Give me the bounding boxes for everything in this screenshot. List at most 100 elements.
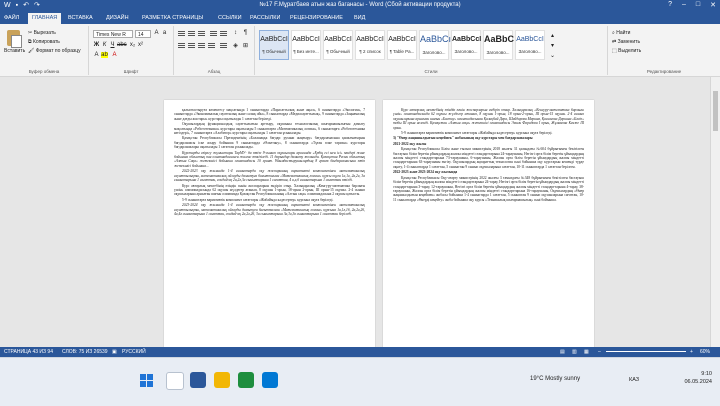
- style-heading-4[interactable]: AaBbCcI Заголово...: [515, 30, 545, 60]
- document-page-left[interactable]: қалыптастыруға көмектесу мақсатында 1 сы…: [164, 100, 375, 348]
- tab-layout[interactable]: РАЗМЕТКА СТРАНИЦЫ: [142, 15, 203, 21]
- numbering-icon[interactable]: [188, 31, 195, 37]
- copy-button[interactable]: ⧉ Копировать: [28, 39, 60, 45]
- word-count[interactable]: СЛОВ: 75 ИЗ 26539: [62, 349, 108, 355]
- underline-icon[interactable]: Ч: [109, 42, 116, 48]
- zoom-out-icon[interactable]: –: [598, 349, 601, 355]
- replace-button[interactable]: ⇄ Заменить: [612, 39, 640, 45]
- multilevel-list-icon[interactable]: [198, 31, 205, 37]
- sort-icon[interactable]: ↕: [232, 30, 239, 36]
- scrollbar-thumb[interactable]: [713, 91, 718, 131]
- editing-group: ⌕ Найти ⇄ Заменить ⬚ Выделить Редактиров…: [608, 26, 720, 75]
- style-normal[interactable]: AaBbCcI ¶ Обычный: [259, 30, 289, 60]
- windows-start-icon[interactable]: [140, 374, 154, 388]
- style-table-paragraph[interactable]: AaBbCcI ¶ Table Pa...: [387, 30, 417, 60]
- proofing-icon[interactable]: ▣: [112, 349, 117, 355]
- tab-file[interactable]: ФАЙЛ: [4, 15, 19, 21]
- page-count[interactable]: СТРАНИЦА 43 ИЗ 94: [4, 349, 53, 355]
- line-spacing-icon[interactable]: [220, 43, 227, 49]
- style-no-spacing[interactable]: AaBbCcI ¶ Без инте...: [291, 30, 321, 60]
- borders-icon[interactable]: ⊞: [242, 42, 249, 49]
- help-icon[interactable]: ?: [668, 1, 672, 9]
- select-button[interactable]: ⬚ Выделить: [612, 48, 641, 54]
- print-layout-icon[interactable]: ▥: [572, 349, 577, 355]
- bold-icon[interactable]: Ж: [93, 42, 100, 48]
- cut-button[interactable]: ✂ Вырезать: [28, 30, 56, 36]
- strikethrough-icon[interactable]: abc: [117, 42, 127, 48]
- document-area[interactable]: қалыптастыруға көмектесу мақсатында 1 сы…: [0, 77, 720, 348]
- tab-design[interactable]: ДИЗАЙН: [106, 15, 129, 21]
- paragraph: Қазақстан Республикасы Білім және ғылым …: [393, 147, 584, 169]
- align-center-icon[interactable]: [188, 43, 195, 49]
- paragraph: 5-9 сыныптарға вариативтік компонент сағ…: [401, 131, 553, 136]
- tab-home[interactable]: ГЛАВНАЯ: [28, 13, 62, 24]
- font-size-select[interactable]: 14: [135, 30, 151, 38]
- style-heading-3[interactable]: AaBbC Заголово...: [483, 30, 514, 60]
- find-button[interactable]: ⌕ Найти: [612, 30, 630, 36]
- decrease-indent-icon[interactable]: [210, 31, 217, 37]
- tab-references[interactable]: ССЫЛКИ: [218, 15, 242, 21]
- show-marks-icon[interactable]: ¶: [242, 30, 249, 36]
- bullets-icon[interactable]: [178, 31, 185, 37]
- highlight-icon[interactable]: ab: [101, 52, 108, 58]
- increase-indent-icon[interactable]: [220, 31, 227, 37]
- font-name-select[interactable]: Times New R: [93, 30, 133, 38]
- styles-group: AaBbCcI ¶ Обычный AaBbCcI ¶ Без инте... Aa…: [255, 26, 608, 75]
- search-icon[interactable]: [166, 372, 184, 390]
- keyboard-layout[interactable]: КАЗ: [629, 377, 639, 383]
- grow-font-icon[interactable]: A: [153, 30, 160, 36]
- paragraph: Курс авторлық мектебінің өзіндік пәнін ж…: [174, 183, 365, 197]
- chrome-icon[interactable]: [238, 372, 254, 388]
- shrink-font-icon[interactable]: a: [161, 30, 168, 36]
- align-left-icon[interactable]: [178, 43, 185, 49]
- tab-insert[interactable]: ВСТАВКА: [68, 15, 93, 21]
- edge-icon[interactable]: [262, 372, 278, 388]
- paragraph: Курс авторлық мектебінің өзіндік пәнін ж…: [393, 108, 584, 130]
- system-clock[interactable]: 9:10 06.05.2024: [684, 370, 712, 386]
- text-effects-icon[interactable]: A: [93, 52, 100, 58]
- style-heading-2[interactable]: AaBbCcI Заголово...: [451, 30, 481, 60]
- paragraph: Қазақстан Республикасы Президентінің «Бо…: [174, 136, 365, 150]
- superscript-icon[interactable]: x²: [137, 42, 144, 48]
- tab-review[interactable]: РЕЦЕНЗИРОВАНИЕ: [290, 15, 343, 21]
- window-title: №17 F.Мұратбаев атын жаз баганасы - Word…: [259, 2, 461, 8]
- font-color-icon[interactable]: A: [111, 52, 118, 58]
- zoom-slider[interactable]: [606, 351, 686, 352]
- close-icon[interactable]: ✕: [710, 1, 716, 9]
- paragraph: Курстарды әзірлеу жұмыстары ТарМУ- да өт…: [174, 150, 365, 168]
- weather-widget[interactable]: 19°C Mostly sunny: [530, 376, 580, 382]
- title-bar: W ▪ ↶ ↷ №17 F.Мұратбаев атын жаз баганас…: [0, 0, 720, 12]
- font-group-label: Шрифт: [123, 69, 139, 74]
- file-explorer-icon[interactable]: [214, 372, 230, 388]
- style-list-2[interactable]: AaBbCcI ¶ 2 список: [355, 30, 385, 60]
- tab-mailings[interactable]: РАССЫЛКИ: [250, 15, 280, 21]
- styles-more-icon[interactable]: ⌄: [549, 52, 556, 59]
- ribbon: Вставить ✂ Вырезать ⧉ Копировать 🖌 Форма…: [0, 24, 720, 77]
- style-heading-1[interactable]: AaBbCı Заголово...: [419, 30, 451, 60]
- language[interactable]: РУССКИЙ: [122, 349, 146, 355]
- justify-icon[interactable]: [208, 43, 215, 49]
- maximize-icon[interactable]: □: [696, 1, 700, 9]
- styles-scroll-down-icon[interactable]: ▾: [549, 42, 556, 49]
- paragraph-group-label: Абзац: [207, 69, 221, 74]
- align-right-icon[interactable]: [198, 43, 205, 49]
- format-painter-button[interactable]: 🖌 Формат по образцу: [28, 48, 81, 54]
- web-layout-icon[interactable]: ▦: [584, 349, 589, 355]
- editing-group-label: Редактирование: [646, 69, 682, 74]
- italic-icon[interactable]: К: [101, 42, 108, 48]
- style-normal-2[interactable]: AaBbCcI ¶ Обычный: [323, 30, 353, 60]
- page-left-text: қалыптастыруға көмектесу мақсатында 1 сы…: [174, 108, 365, 217]
- status-bar: СТРАНИЦА 43 ИЗ 94 СЛОВ: 75 ИЗ 26539 ▣ РУ…: [0, 347, 720, 357]
- zoom-level[interactable]: 60%: [700, 349, 710, 355]
- tab-view[interactable]: ВИД: [354, 15, 365, 21]
- styles-scroll-up-icon[interactable]: ▴: [549, 32, 556, 39]
- minimize-icon[interactable]: –: [682, 1, 686, 9]
- zoom-in-icon[interactable]: +: [690, 349, 693, 355]
- vertical-scrollbar[interactable]: [710, 77, 720, 347]
- shading-icon[interactable]: ◈: [232, 42, 239, 49]
- read-mode-icon[interactable]: ▤: [560, 349, 565, 355]
- subscript-icon[interactable]: x₂: [129, 42, 136, 48]
- word-taskbar-icon[interactable]: [190, 372, 206, 388]
- paste-button[interactable]: Вставить: [4, 30, 25, 56]
- document-page-right[interactable]: Курс авторлық мектебінің өзіндік пәнін ж…: [383, 100, 594, 348]
